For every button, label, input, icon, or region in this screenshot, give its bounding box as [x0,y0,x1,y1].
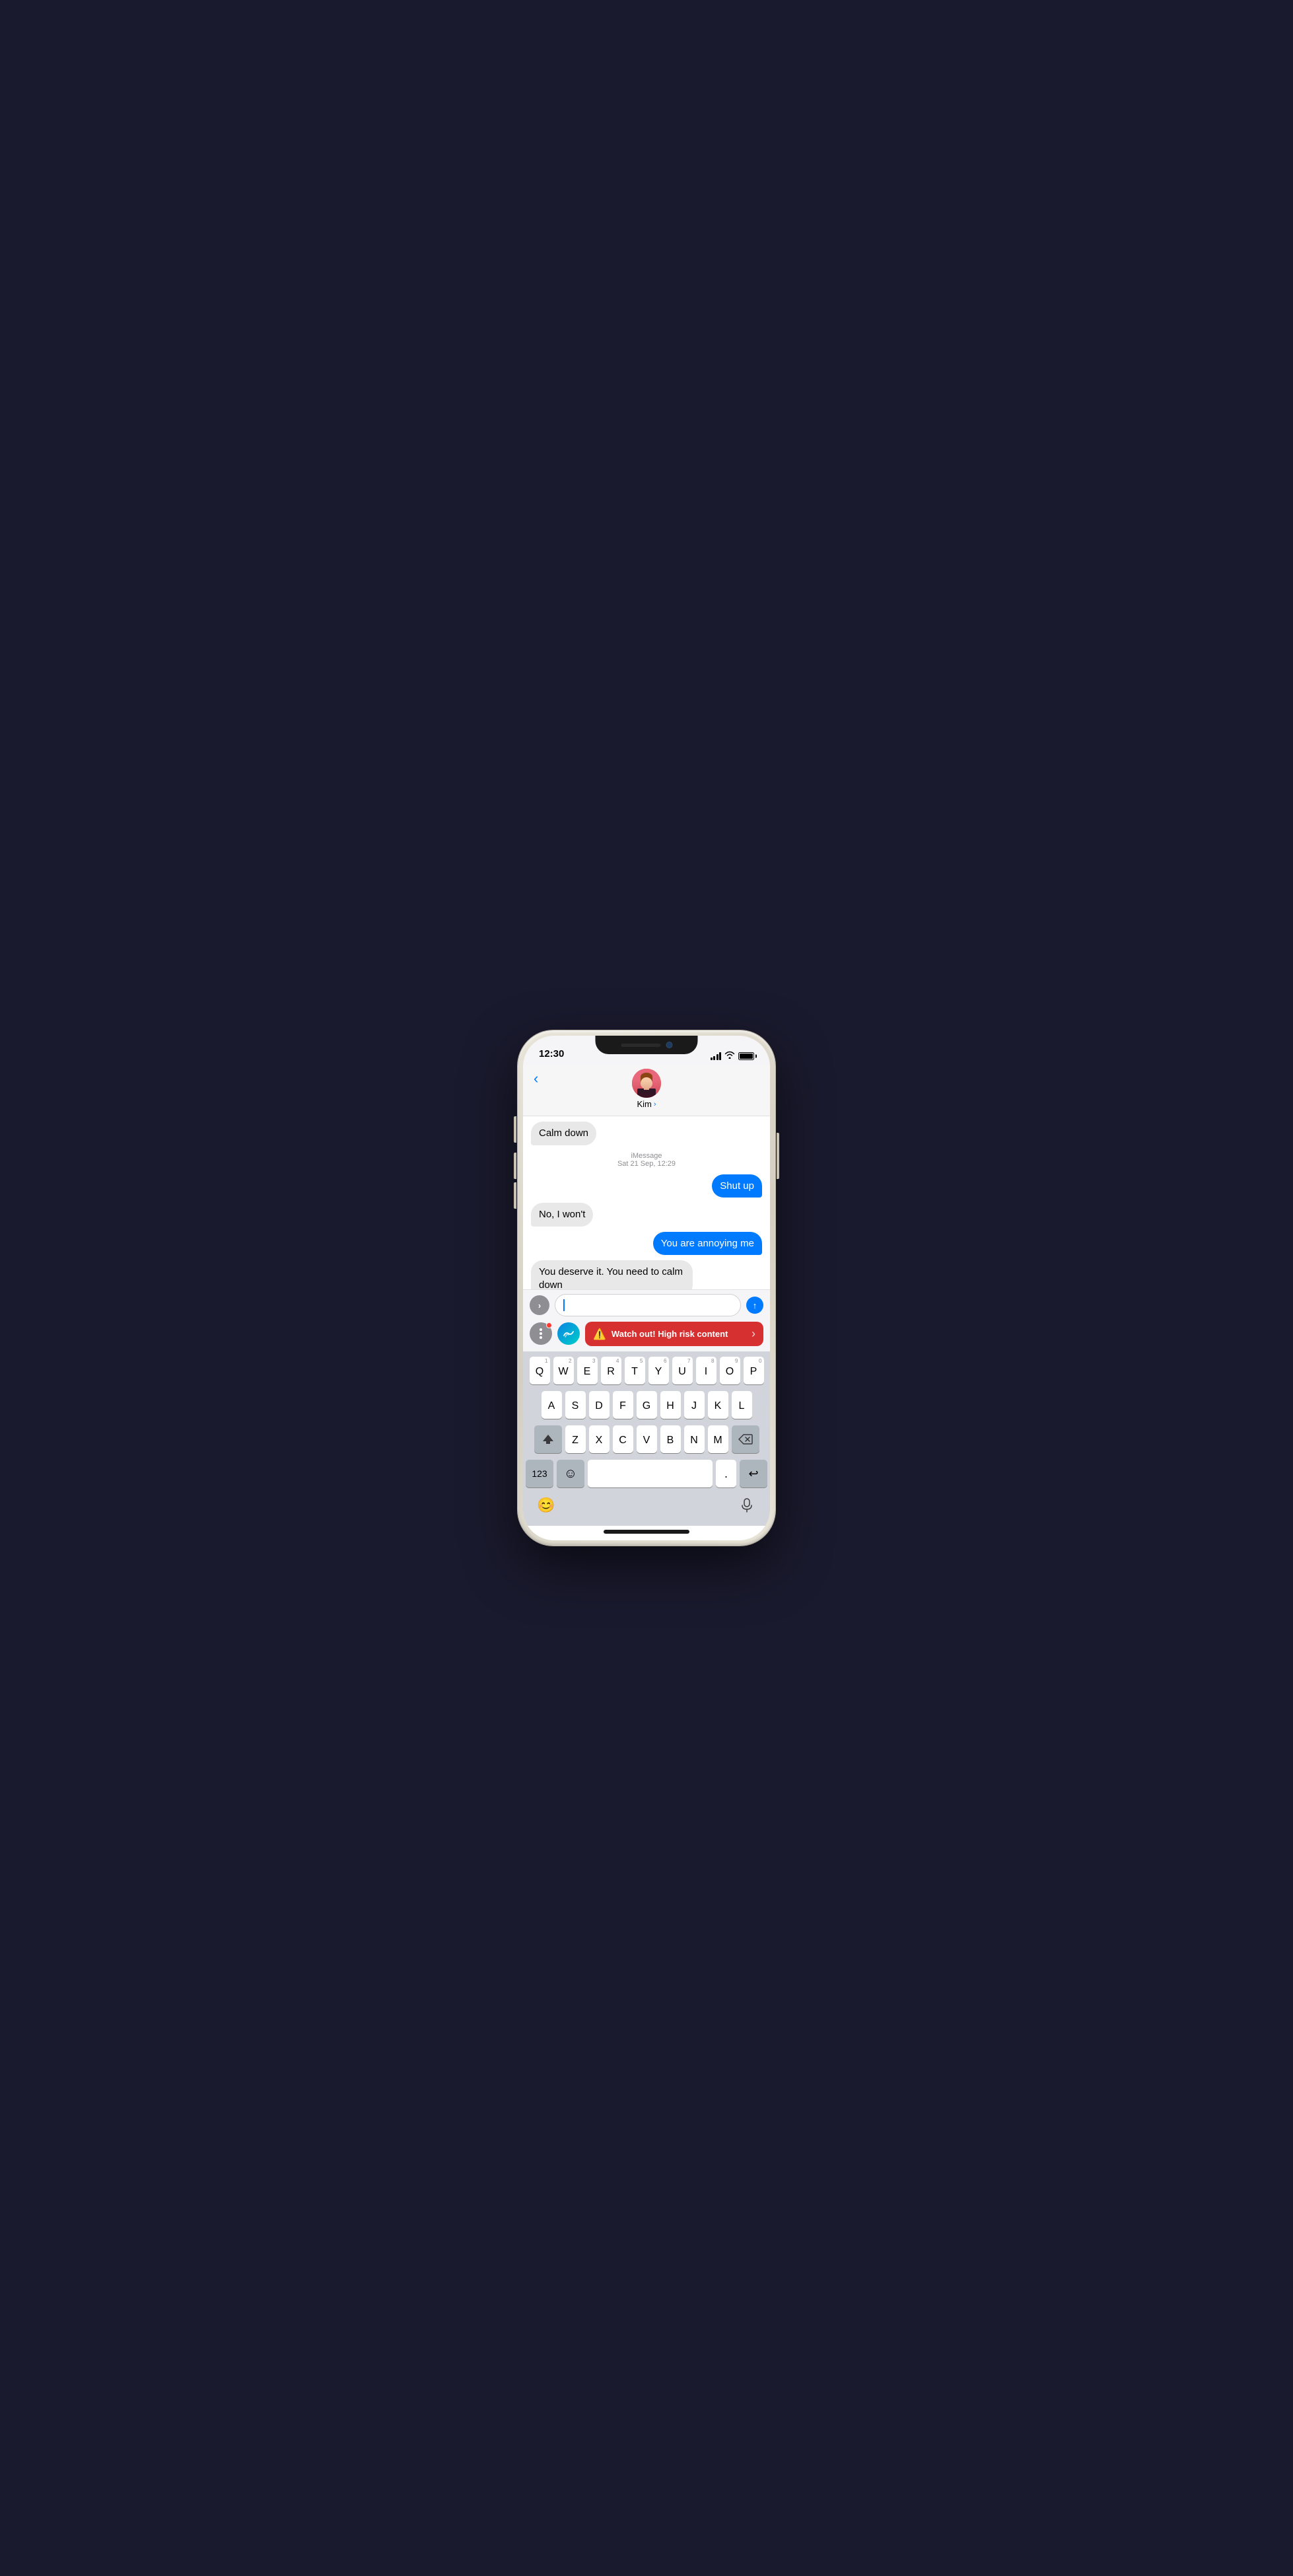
send-button[interactable]: ↑ [746,1297,763,1314]
bottom-bar: 😊 [523,1490,770,1526]
key-u[interactable]: 7U [672,1357,693,1384]
text-cursor [563,1299,565,1311]
status-time: 12:30 [539,1048,564,1061]
expand-button[interactable]: › [530,1295,549,1315]
send-icon: ↑ [753,1301,757,1310]
key-b[interactable]: B [660,1425,681,1453]
message-input[interactable] [569,1300,736,1311]
message-bubble-received: No, I won't [531,1203,593,1227]
list-item: Shut up [531,1174,762,1198]
toolbar-row: ⚠️ Watch out! High risk content › [530,1319,763,1347]
keyboard-row-4: 123 ☺ . ↩ [526,1460,767,1487]
shift-icon [542,1433,554,1445]
divider-date: Sat 21 Sep, 12:29 [531,1160,762,1168]
contact-info[interactable]: Kim › [632,1069,661,1109]
home-indicator [604,1530,689,1534]
microphone-key[interactable] [734,1493,759,1518]
wifi-icon [724,1051,735,1061]
key-y[interactable]: 6Y [648,1357,669,1384]
contact-name: Kim [637,1099,651,1109]
camera [666,1042,672,1048]
key-j[interactable]: J [684,1391,705,1419]
input-area: › ↑ [523,1289,770,1351]
key-e[interactable]: 3E [577,1357,598,1384]
key-t[interactable]: 5T [625,1357,645,1384]
list-item: Calm down [531,1122,762,1145]
wave-icon [561,1326,576,1341]
emoji-key[interactable]: ☺ [557,1460,584,1487]
microphone-icon [740,1498,753,1513]
key-g[interactable]: G [637,1391,657,1419]
period-key[interactable]: . [716,1460,736,1487]
wave-app-button[interactable] [557,1322,580,1345]
message-bubble-received: You deserve it. You need to calm down [531,1260,693,1289]
key-c[interactable]: C [613,1425,633,1453]
key-o[interactable]: 9O [720,1357,740,1384]
key-r[interactable]: 4R [601,1357,621,1384]
avatar-image [632,1069,661,1098]
delete-icon [738,1434,753,1445]
avatar [632,1069,661,1098]
key-x[interactable]: X [589,1425,610,1453]
shift-key[interactable] [534,1425,562,1453]
key-q[interactable]: 1Q [530,1357,550,1384]
message-bubble-sent: Shut up [712,1174,762,1198]
key-l[interactable]: L [732,1391,752,1419]
apps-button[interactable] [530,1322,552,1345]
key-v[interactable]: V [637,1425,657,1453]
imessage-divider: iMessage Sat 21 Sep, 12:29 [531,1152,762,1168]
key-w[interactable]: 2W [553,1357,574,1384]
warning-icon: ⚠️ [593,1328,606,1341]
warning-close-icon[interactable]: › [751,1327,755,1341]
key-p[interactable]: 0P [744,1357,764,1384]
list-item: You deserve it. You need to calm down [531,1260,762,1289]
key-n[interactable]: N [684,1425,705,1453]
message-bubble-received: Calm down [531,1122,596,1145]
contact-chevron-icon: › [654,1100,656,1108]
signal-icon [711,1052,722,1060]
key-i[interactable]: 8I [696,1357,716,1384]
speaker [621,1044,660,1047]
navigation-header: ‹ [523,1065,770,1116]
space-key[interactable] [588,1460,713,1487]
back-button[interactable]: ‹ [534,1070,538,1087]
key-z[interactable]: Z [565,1425,586,1453]
messages-area: Calm down iMessage Sat 21 Sep, 12:29 Shu… [523,1116,770,1289]
input-row: › ↑ [530,1294,763,1316]
list-item: You are annoying me [531,1232,762,1256]
divider-text: iMessage [531,1152,762,1160]
numbers-key[interactable]: 123 [526,1460,553,1487]
home-indicator-wrap [523,1526,770,1540]
phone-screen: 12:30 [523,1036,770,1540]
warning-text: Watch out! High risk content [612,1329,746,1339]
key-d[interactable]: D [589,1391,610,1419]
keyboard-row-3: Z X C V B N M [526,1425,767,1453]
key-k[interactable]: K [708,1391,728,1419]
key-a[interactable]: A [542,1391,562,1419]
list-item: No, I won't [531,1203,762,1227]
notification-badge [546,1322,552,1328]
keyboard-row-1: 1Q 2W 3E 4R 5T 6Y 7U 8I 9O 0P [526,1357,767,1384]
chevron-right-icon: › [538,1301,541,1310]
message-bubble-sent: You are annoying me [653,1232,762,1256]
return-key[interactable]: ↩ [740,1460,767,1487]
notch [596,1036,698,1054]
status-icons [711,1051,755,1061]
key-h[interactable]: H [660,1391,681,1419]
emoji-bottom-key[interactable]: 😊 [534,1493,559,1518]
delete-key[interactable] [732,1425,759,1453]
keyboard-row-2: A S D F G H J K L [526,1391,767,1419]
battery-icon [738,1052,754,1060]
warning-bar: ⚠️ Watch out! High risk content › [585,1322,763,1346]
key-m[interactable]: M [708,1425,728,1453]
message-input-wrapper [555,1294,741,1316]
phone-frame: 12:30 [518,1030,775,1546]
keyboard: 1Q 2W 3E 4R 5T 6Y 7U 8I 9O 0P A S D F G … [523,1351,770,1490]
key-s[interactable]: S [565,1391,586,1419]
key-f[interactable]: F [613,1391,633,1419]
contact-name-row[interactable]: Kim › [637,1099,656,1109]
